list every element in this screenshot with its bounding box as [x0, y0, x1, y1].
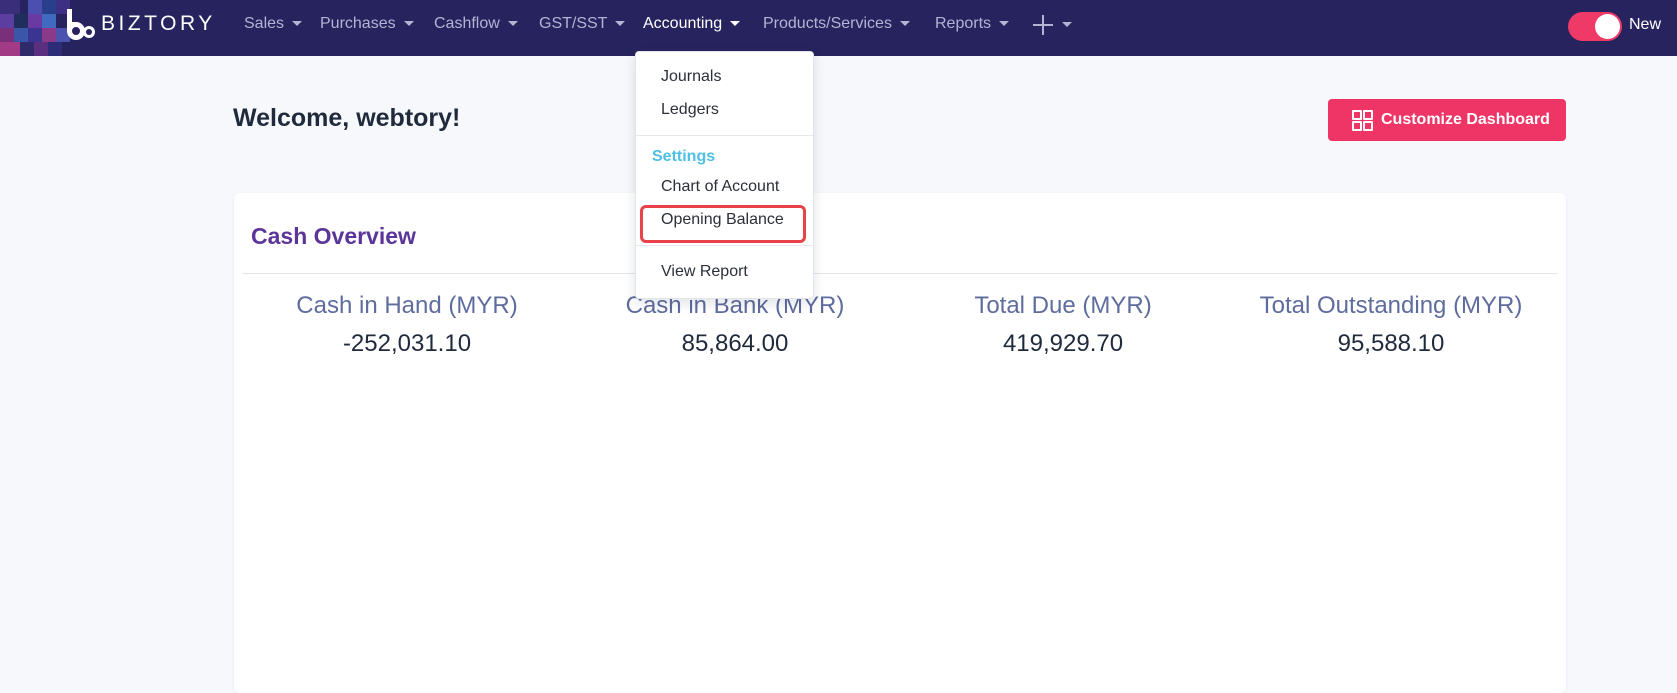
nav-label: Cashflow — [434, 15, 500, 32]
toggle-label: New — [1629, 16, 1662, 33]
new-ui-toggle[interactable] — [1568, 12, 1622, 41]
plus-icon[interactable] — [1032, 14, 1054, 36]
nav-label: Reports — [935, 15, 992, 32]
stat-label: Cash in Hand (MYR) — [296, 292, 518, 319]
chevron-down-icon — [615, 21, 626, 27]
customize-dashboard-button[interactable]: Customize Dashboard — [1328, 99, 1566, 141]
grid-icon — [1352, 110, 1373, 131]
chevron-down-icon — [899, 21, 910, 27]
stat-value: 419,929.70 — [1002, 330, 1124, 357]
menu-item-view-report[interactable]: View Report — [661, 263, 748, 281]
page-title: Welcome, webtory! — [233, 104, 461, 132]
nav-label: Accounting — [643, 15, 723, 32]
stat-total-outstanding: Total Outstanding (MYR) 95,588.10 — [1231, 292, 1551, 358]
chevron-down-icon — [292, 21, 303, 27]
menu-item-chart-of-account[interactable]: Chart of Account — [661, 178, 779, 196]
nav-cashflow[interactable]: Cashflow — [434, 0, 518, 48]
nav-reports[interactable]: Reports — [935, 0, 1010, 48]
chevron-down-icon — [730, 21, 741, 27]
menu-item-opening-balance[interactable]: Opening Balance — [661, 211, 784, 229]
nav-gst-sst[interactable]: GST/SST — [539, 0, 626, 48]
biztory-logo-icon — [67, 9, 95, 40]
nav-label: Purchases — [320, 15, 396, 32]
nav-accounting[interactable]: Accounting — [643, 0, 741, 48]
top-navbar: BIZTORY Sales Purchases Cashflow GST/SST… — [0, 0, 1677, 56]
nav-label: GST/SST — [539, 15, 608, 32]
stat-label: Total Outstanding (MYR) — [1259, 292, 1523, 319]
stat-total-due: Total Due (MYR) 419,929.70 — [903, 292, 1223, 358]
chevron-down-icon — [507, 21, 518, 27]
nav-purchases[interactable]: Purchases — [320, 0, 414, 48]
accounting-dropdown-menu: Journals Ledgers Settings Chart of Accou… — [635, 51, 814, 299]
cash-overview-card: Cash Overview Cash in Hand (MYR) -252,03… — [234, 193, 1566, 693]
chevron-down-icon — [403, 21, 414, 27]
nav-products-services[interactable]: Products/Services — [763, 0, 910, 48]
menu-divider — [636, 135, 813, 136]
menu-section-header: Settings — [652, 148, 716, 165]
stat-value: 85,864.00 — [681, 330, 789, 357]
nav-sales[interactable]: Sales — [244, 0, 303, 48]
stat-value: 95,588.10 — [1337, 330, 1445, 357]
stat-label: Total Due (MYR) — [974, 292, 1152, 319]
button-label: Customize Dashboard — [1381, 111, 1550, 128]
stat-cash-in-bank: Cash in Bank (MYR) 85,864.00 — [575, 292, 895, 358]
menu-divider — [636, 245, 813, 246]
toggle-knob — [1595, 14, 1620, 39]
brand-name[interactable]: BIZTORY — [101, 12, 216, 36]
stat-cash-in-hand: Cash in Hand (MYR) -252,031.10 — [247, 292, 567, 358]
stat-value: -252,031.10 — [342, 330, 472, 357]
divider — [242, 273, 1557, 274]
menu-item-ledgers[interactable]: Ledgers — [661, 101, 719, 119]
nav-label: Sales — [244, 15, 285, 32]
menu-item-journals[interactable]: Journals — [661, 68, 721, 86]
card-title: Cash Overview — [251, 223, 416, 249]
nav-label: Products/Services — [763, 15, 892, 32]
chevron-down-icon[interactable] — [1062, 22, 1072, 27]
chevron-down-icon — [999, 21, 1010, 27]
